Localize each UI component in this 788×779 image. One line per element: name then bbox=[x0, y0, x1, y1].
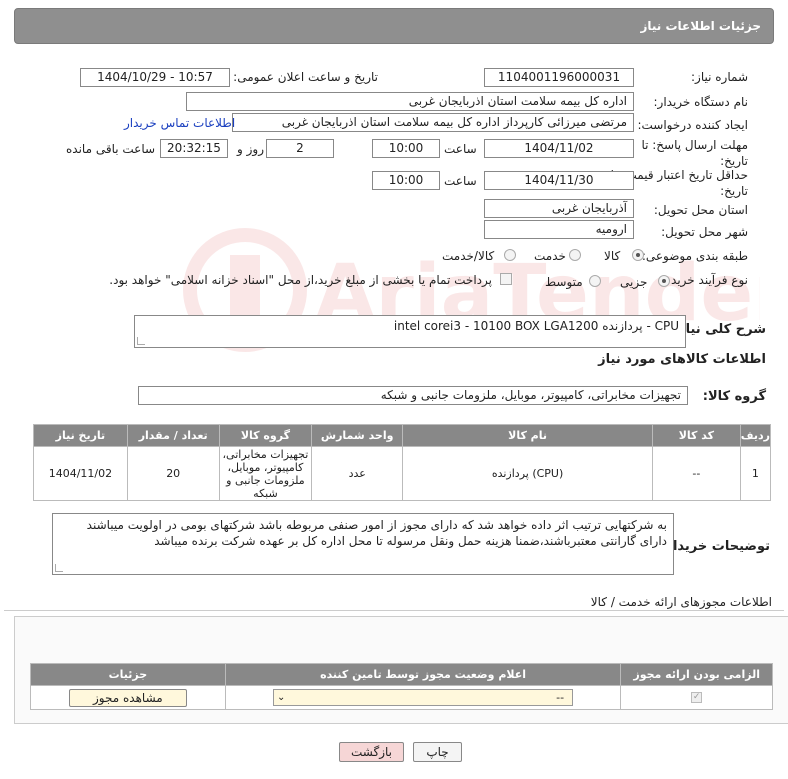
print-button[interactable]: چاپ bbox=[413, 742, 462, 762]
buyer-org-field: اداره کل بیمه سلامت استان اذربایجان غربی bbox=[186, 92, 634, 111]
remaining-time-field: 20:32:15 bbox=[160, 139, 228, 158]
city-label: شهر محل تحویل: bbox=[661, 225, 748, 239]
cell-group: تجهیزات مخابراتی، کامپیوتر، موبایل، ملزو… bbox=[218, 446, 313, 501]
permit-status-select[interactable]: -- ⌄ bbox=[273, 689, 574, 706]
view-permit-button[interactable]: مشاهده مجوز bbox=[68, 688, 187, 707]
col-details: جزئیات bbox=[30, 663, 226, 686]
cell-required: ✓ bbox=[620, 685, 773, 710]
category-radio-goods[interactable] bbox=[632, 249, 644, 261]
goods-group-field: تجهیزات مخابراتی، کامپیوتر، موبایل، ملزو… bbox=[138, 386, 688, 405]
goods-table-header: تاریخ نیاز تعداد / مقدار گروه کالا واحد … bbox=[33, 424, 772, 447]
buyer-notes-textarea[interactable]: به شرکتهایی ترتیب اثر داده خواهد شد که د… bbox=[52, 513, 674, 575]
table-row: مشاهده مجوز -- ⌄ ✓ bbox=[30, 685, 773, 710]
buyer-org-label: نام دستگاه خریدار: bbox=[653, 95, 749, 109]
col-group: گروه کالا bbox=[218, 424, 313, 447]
col-status: اعلام وضعیت مجوز توسط تامین کننده bbox=[224, 663, 622, 686]
cell-details: مشاهده مجوز bbox=[30, 685, 226, 710]
buyer-notes-text: به شرکتهایی ترتیب اثر داده خواهد شد که د… bbox=[86, 518, 667, 548]
city-field: ارومیه bbox=[484, 220, 634, 239]
cell-row: 1 bbox=[739, 446, 772, 501]
description-textarea[interactable]: CPU - پردازنده intel corei3 - 10100 BOX … bbox=[134, 315, 686, 348]
validity-time-field: 10:00 bbox=[372, 171, 440, 190]
resize-handle-icon[interactable] bbox=[137, 337, 145, 345]
province-label: استان محل تحویل: bbox=[653, 203, 748, 217]
permits-title: اطلاعات مجوزهای ارائه خدمت / کالا bbox=[590, 595, 772, 609]
category-option-goods: کالا bbox=[604, 249, 621, 263]
chevron-down-icon: ⌄ bbox=[277, 692, 286, 703]
col-date: تاریخ نیاز bbox=[33, 424, 128, 447]
process-radio-medium[interactable] bbox=[589, 275, 601, 287]
deadline-time-field: 10:00 bbox=[372, 139, 440, 158]
creator-label: ایجاد کننده درخواست: bbox=[637, 118, 748, 132]
category-radio-goods-service[interactable] bbox=[504, 249, 516, 261]
cell-date: 1404/11/02 bbox=[33, 446, 128, 501]
need-number-label: شماره نیاز: bbox=[691, 70, 748, 84]
goods-group-label: گروه کالا: bbox=[702, 389, 766, 404]
process-radio-minor[interactable] bbox=[658, 275, 670, 287]
cell-name: پردازنده (CPU) bbox=[402, 446, 654, 501]
validity-date-field: 1404/11/30 bbox=[484, 171, 634, 190]
description-label: شرح کلی نیاز: bbox=[672, 322, 766, 337]
col-row: ردیف bbox=[739, 424, 772, 447]
buyer-notes-label: توضیحات خریدار: bbox=[660, 539, 770, 554]
category-option-service: خدمت bbox=[534, 249, 566, 263]
goods-info-title: اطلاعات کالاهای مورد نیاز bbox=[598, 352, 766, 367]
payment-note: پرداخت تمام یا بخشی از مبلغ خرید،از محل … bbox=[109, 273, 492, 287]
resize-handle-icon[interactable] bbox=[55, 564, 63, 572]
process-label: نوع فرآیند خرید : bbox=[663, 273, 748, 287]
col-name: نام کالا bbox=[402, 424, 654, 447]
validity-time-label: ساعت bbox=[444, 174, 477, 188]
page-title: جزئیات اطلاعات نیاز bbox=[640, 19, 761, 33]
description-text: CPU - پردازنده intel corei3 - 10100 BOX … bbox=[393, 319, 679, 333]
days-field: 2 bbox=[266, 139, 334, 158]
permit-status-value: -- bbox=[556, 691, 565, 704]
back-button[interactable]: بازگشت bbox=[339, 742, 404, 762]
table-row: 1404/11/02 20 تجهیزات مخابراتی، کامپیوتر… bbox=[33, 446, 772, 501]
province-field: آذربایجان غربی bbox=[484, 199, 634, 218]
process-option-medium: متوسط bbox=[545, 275, 583, 289]
category-label: طبقه بندی موضوعی: bbox=[641, 249, 748, 263]
creator-field: مرتضی میرزائی کارپرداز اداره کل بیمه سلا… bbox=[232, 113, 634, 132]
col-required: الزامی بودن ارائه مجوز bbox=[620, 663, 773, 686]
col-code: کد کالا bbox=[652, 424, 741, 447]
need-number-field: 1104001196000031 bbox=[484, 68, 634, 87]
cell-qty: 20 bbox=[126, 446, 220, 501]
announce-field: 1404/10/29 - 10:57 bbox=[80, 68, 230, 87]
remaining-label: ساعت باقی مانده bbox=[66, 142, 156, 156]
deadline-date-field: 1404/11/02 bbox=[484, 139, 634, 158]
contact-buyer-link[interactable]: اطلاعات تماس خریدار bbox=[124, 116, 235, 130]
cell-unit: عدد bbox=[311, 446, 404, 501]
divider bbox=[4, 610, 784, 611]
col-qty: تعداد / مقدار bbox=[126, 424, 220, 447]
required-checkbox-icon: ✓ bbox=[691, 692, 703, 703]
process-option-minor: جزیی bbox=[620, 275, 648, 289]
goods-table: تاریخ نیاز تعداد / مقدار گروه کالا واحد … bbox=[33, 424, 772, 501]
announce-label: تاریخ و ساعت اعلان عمومی: bbox=[233, 70, 378, 84]
col-unit: واحد شمارش bbox=[311, 424, 404, 447]
days-label: روز و bbox=[237, 142, 264, 156]
permits-table-header: جزئیات اعلام وضعیت مجوز توسط تامین کننده… bbox=[30, 663, 773, 686]
payment-checkbox[interactable] bbox=[500, 273, 512, 285]
deadline-time-label: ساعت bbox=[444, 142, 477, 156]
category-option-goods-service: کالا/خدمت bbox=[442, 249, 495, 263]
page-header: جزئیات اطلاعات نیاز bbox=[14, 8, 774, 44]
deadline-label: مهلت ارسال پاسخ: تا تاریخ: bbox=[641, 138, 748, 168]
category-radio-service[interactable] bbox=[569, 249, 581, 261]
permits-table: جزئیات اعلام وضعیت مجوز توسط تامین کننده… bbox=[30, 663, 773, 710]
cell-status: -- ⌄ bbox=[224, 685, 622, 710]
cell-code: -- bbox=[652, 446, 741, 501]
